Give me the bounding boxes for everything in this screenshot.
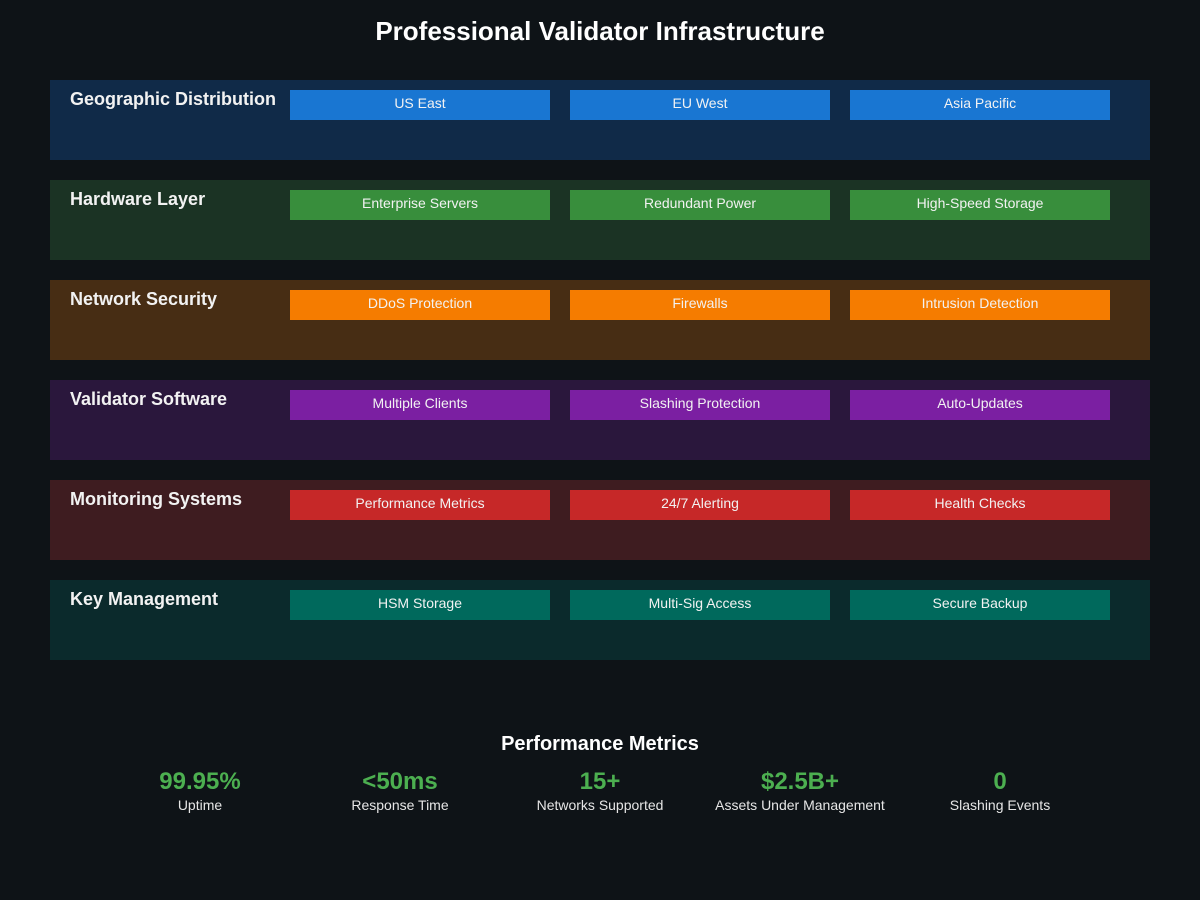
layer-label: Key Management xyxy=(70,589,219,609)
layer-label: Network Security xyxy=(70,289,218,309)
component-asia-pacific: Asia Pacific xyxy=(850,90,1110,120)
layer-label: Monitoring Systems xyxy=(70,489,243,509)
metric-value: 15+ xyxy=(579,768,621,795)
metric-label: Networks Supported xyxy=(536,797,664,813)
component-multiple-clients: Multiple Clients xyxy=(290,390,550,420)
component-secure-backup: Secure Backup xyxy=(850,590,1110,620)
metrics-title: Performance Metrics xyxy=(501,733,699,755)
metric-value: 0 xyxy=(993,768,1007,795)
metric-label: Uptime xyxy=(177,797,223,813)
component-us-east: US East xyxy=(290,90,550,120)
metric-slashing-events: 0 Slashing Events xyxy=(900,767,1100,813)
layer-key-management: Key Management HSM Storage Multi-Sig Acc… xyxy=(50,580,1150,660)
component-auto-updates: Auto-Updates xyxy=(850,390,1110,420)
component-redundant-power: Redundant Power xyxy=(570,190,830,220)
layer-hardware: Hardware Layer Enterprise Servers Redund… xyxy=(50,180,1150,260)
component-hsm-storage: HSM Storage xyxy=(290,590,550,620)
layer-label: Hardware Layer xyxy=(70,189,206,209)
layer-label: Validator Software xyxy=(70,389,228,409)
component-firewalls: Firewalls xyxy=(570,290,830,320)
metric-value: $2.5B+ xyxy=(760,768,840,795)
component-health-checks: Health Checks xyxy=(850,490,1110,520)
layer-geographic-distribution: Geographic Distribution US East EU West … xyxy=(50,80,1150,160)
component-high-speed-storage: High-Speed Storage xyxy=(850,190,1110,220)
layer-validator-software: Validator Software Multiple Clients Slas… xyxy=(50,380,1150,460)
component-eu-west: EU West xyxy=(570,90,830,120)
component-performance-metrics: Performance Metrics xyxy=(290,490,550,520)
metric-assets-under-management: $2.5B+ Assets Under Management xyxy=(700,767,900,813)
metric-networks-supported: 15+ Networks Supported xyxy=(500,767,700,813)
metric-value: 99.95% xyxy=(159,768,241,795)
component-ddos-protection: DDoS Protection xyxy=(290,290,550,320)
component-enterprise-servers: Enterprise Servers xyxy=(290,190,550,220)
metric-label: Slashing Events xyxy=(949,797,1051,813)
metric-label: Assets Under Management xyxy=(715,797,885,813)
metric-response-time: <50ms Response Time xyxy=(300,767,500,813)
metric-value: <50ms xyxy=(362,768,438,795)
component-intrusion-detection: Intrusion Detection xyxy=(850,290,1110,320)
metric-label: Response Time xyxy=(351,797,449,813)
component-alerting: 24/7 Alerting xyxy=(570,490,830,520)
layer-network-security: Network Security DDoS Protection Firewal… xyxy=(50,280,1150,360)
metric-uptime: 99.95% Uptime xyxy=(100,767,300,813)
layer-label: Geographic Distribution xyxy=(70,89,277,109)
page-title: Professional Validator Infrastructure xyxy=(375,16,825,46)
layer-monitoring-systems: Monitoring Systems Performance Metrics 2… xyxy=(50,480,1150,560)
component-multi-sig-access: Multi-Sig Access xyxy=(570,590,830,620)
component-slashing-protection: Slashing Protection xyxy=(570,390,830,420)
